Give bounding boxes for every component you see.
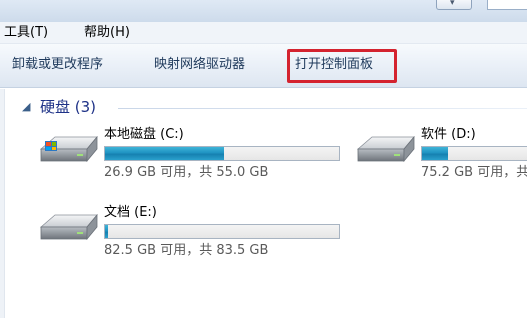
group-divider	[118, 108, 527, 109]
windows-hard-drive-icon	[39, 135, 98, 163]
uninstall-program-button[interactable]: 卸载或更改程序	[12, 56, 103, 74]
drive-name: 软件 (D:)	[421, 127, 476, 142]
navigation-pane-edge	[0, 89, 5, 318]
hard-drive-icon	[356, 135, 415, 163]
drive-usage-fill	[422, 147, 448, 160]
drive-tile-d[interactable]: 软件 (D:) 75.2 GB 可用，共	[354, 127, 527, 187]
command-bar: 卸载或更改程序 映射网络驱动器 打开控制面板	[0, 44, 527, 88]
group-title: 硬盘 (3)	[40, 98, 97, 116]
window-top-strip: ▾	[0, 0, 527, 22]
drive-usage-bar	[104, 146, 340, 161]
drive-usage-bar	[104, 224, 340, 239]
drive-usage-bar	[421, 146, 527, 161]
drive-name: 本地磁盘 (C:)	[104, 127, 184, 142]
drive-name: 文档 (E:)	[104, 205, 157, 220]
highlight-box	[287, 49, 397, 83]
drive-free-space: 26.9 GB 可用，共 55.0 GB	[104, 165, 269, 180]
search-input[interactable]	[487, 0, 527, 10]
menu-bar: 工具(T) 帮助(H)	[0, 22, 527, 44]
hard-drive-icon	[39, 213, 98, 241]
nav-dropdown-button[interactable]: ▾	[436, 0, 472, 10]
chevron-down-icon: ▾	[450, 0, 455, 8]
drives-view: ◢ 硬盘 (3) 本地磁盘 (C:) 26.9 GB 可用，共 55.0 GB …	[0, 89, 527, 318]
drive-tile-e[interactable]: 文档 (E:) 82.5 GB 可用，共 83.5 GB	[37, 205, 347, 265]
map-network-drive-button[interactable]: 映射网络驱动器	[154, 56, 245, 74]
drive-usage-fill	[105, 225, 108, 238]
drive-free-space: 75.2 GB 可用，共	[421, 165, 527, 180]
collapse-chevron-icon[interactable]: ◢	[22, 100, 30, 113]
drive-tile-c[interactable]: 本地磁盘 (C:) 26.9 GB 可用，共 55.0 GB	[37, 127, 347, 187]
drive-usage-fill	[105, 147, 225, 160]
menu-tools[interactable]: 工具(T)	[4, 25, 48, 41]
drive-free-space: 82.5 GB 可用，共 83.5 GB	[104, 243, 269, 258]
menu-help[interactable]: 帮助(H)	[84, 25, 130, 41]
